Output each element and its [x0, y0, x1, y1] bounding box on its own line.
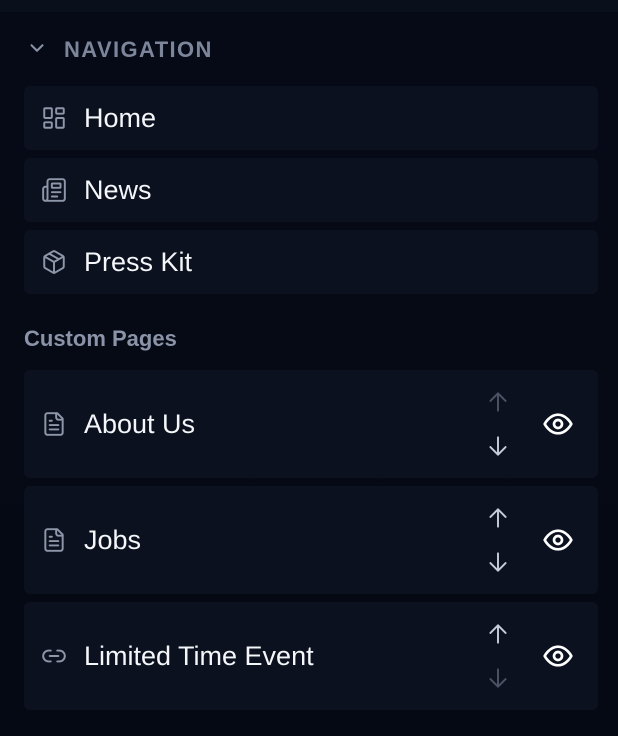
- move-up-button[interactable]: [484, 503, 512, 533]
- custom-page-about-us: About Us: [24, 370, 598, 478]
- navigation-section-toggle[interactable]: NAVIGATION: [26, 34, 213, 66]
- move-up-button[interactable]: [484, 387, 512, 417]
- nav-item-label: News: [84, 174, 152, 205]
- custom-page-jobs: Jobs: [24, 486, 598, 594]
- layout-grid-icon: [24, 105, 84, 131]
- arrow-up-icon: [489, 624, 507, 644]
- custom-pages-list: About Us Jobs Limited Time Event: [24, 370, 598, 718]
- custom-page-label[interactable]: Limited Time Event: [84, 641, 314, 672]
- nav-item-label: Home: [84, 102, 157, 133]
- move-down-button[interactable]: [484, 431, 512, 461]
- custom-page-limited-time-event: Limited Time Event: [24, 602, 598, 710]
- navigation-section-title: NAVIGATION: [64, 37, 213, 62]
- navigation-list: Home News Press Kit: [24, 86, 598, 302]
- move-down-button[interactable]: [484, 663, 512, 693]
- package-icon: [24, 249, 84, 275]
- arrow-up-icon: [489, 508, 507, 528]
- nav-item-press-kit[interactable]: Press Kit: [24, 230, 598, 294]
- top-divider: [0, 0, 618, 12]
- custom-page-label[interactable]: Jobs: [84, 525, 141, 556]
- newspaper-icon: [24, 177, 84, 203]
- nav-item-label: Press Kit: [84, 246, 193, 277]
- sidebar-panel: NAVIGATION Home News Press Kit Custom Pa…: [0, 0, 618, 736]
- reorder-controls: [483, 486, 513, 594]
- eye-icon: [543, 413, 573, 435]
- link-icon: [24, 643, 84, 669]
- eye-icon: [543, 645, 573, 667]
- arrow-down-icon: [489, 552, 507, 572]
- custom-pages-heading: Custom Pages: [24, 326, 177, 351]
- nav-item-news[interactable]: News: [24, 158, 598, 222]
- arrow-up-icon: [489, 392, 507, 412]
- arrow-down-icon: [489, 668, 507, 688]
- toggle-visibility-button[interactable]: [540, 523, 576, 557]
- reorder-controls: [483, 602, 513, 710]
- move-up-button[interactable]: [484, 619, 512, 649]
- eye-icon: [543, 529, 573, 551]
- chevron-down-icon: [26, 37, 48, 64]
- toggle-visibility-button[interactable]: [540, 639, 576, 673]
- file-text-icon: [24, 411, 84, 437]
- move-down-button[interactable]: [484, 547, 512, 577]
- reorder-controls: [483, 370, 513, 478]
- custom-page-label[interactable]: About Us: [84, 409, 195, 440]
- file-text-icon: [24, 527, 84, 553]
- toggle-visibility-button[interactable]: [540, 407, 576, 441]
- nav-item-home[interactable]: Home: [24, 86, 598, 150]
- arrow-down-icon: [489, 436, 507, 456]
